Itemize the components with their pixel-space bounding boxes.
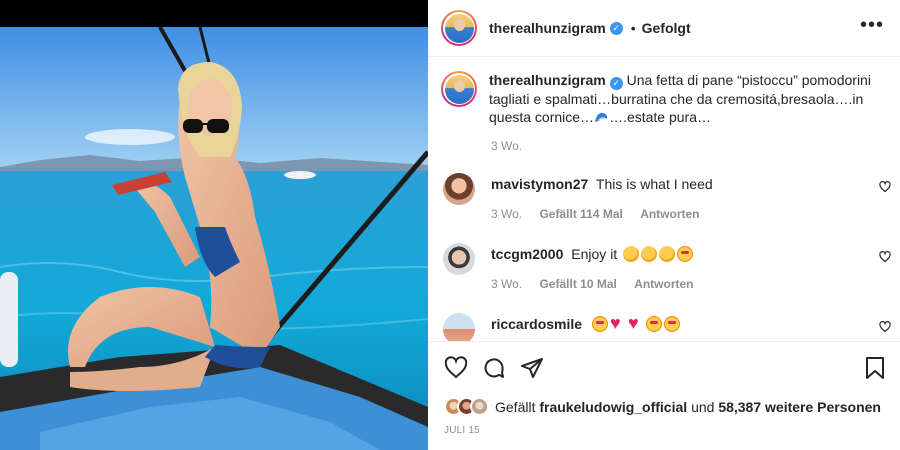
photo-scene — [0, 27, 428, 450]
caption-age: 3 Wo. — [491, 139, 523, 153]
wave-emoji-icon — [595, 112, 608, 122]
comment-age: 3 Wo. — [491, 207, 523, 221]
post-caption: therealhunzigram ✓ Una fetta di pane “pis… — [441, 71, 881, 126]
heart-eyes-emoji-icon — [663, 316, 680, 332]
likes-count[interactable]: 58,387 weitere Personen — [718, 399, 881, 415]
caption-text-end: ….estate pura… — [609, 108, 711, 125]
follow-status-button[interactable]: Gefolgt — [642, 20, 691, 36]
verified-icon: ✓ — [609, 21, 623, 35]
more-options-icon[interactable]: ••• — [860, 15, 884, 35]
comment-body: riccardosmile — [491, 313, 680, 333]
likes-summary: Gefällt fraukeludowig_official und 58,38… — [444, 397, 881, 416]
post-date[interactable]: JULI 15 — [444, 425, 480, 436]
comments-list[interactable]: therealhunzigram ✓ Una fetta di pane “pis… — [428, 57, 900, 341]
caption-text-block: therealhunzigram ✓ Una fetta di pane “pis… — [489, 71, 879, 126]
clap-emoji-icon — [659, 246, 676, 262]
commenter-avatar[interactable] — [443, 173, 475, 205]
reply-button[interactable]: Antworten — [640, 207, 699, 221]
bookmark-icon[interactable] — [864, 356, 886, 380]
commenter-username[interactable]: mavistymon27 — [491, 176, 588, 192]
heart-icon[interactable] — [444, 356, 468, 380]
photo-top-bar — [0, 0, 428, 27]
red-heart-emoji-icon — [628, 313, 644, 333]
liker-avatars[interactable] — [444, 397, 489, 416]
post-actions: Gefällt fraukeludowig_official und 58,38… — [428, 341, 900, 450]
comment-likes[interactable]: Gefällt 114 Mal — [539, 207, 622, 221]
likes-prefix: Gefällt — [495, 398, 536, 415]
comment-body: tccgm2000 Enjoy it — [491, 246, 694, 262]
liker-avatar — [470, 397, 489, 416]
comment-text: Enjoy it — [571, 246, 618, 262]
commenter-username[interactable]: riccardosmile — [491, 316, 582, 332]
commenter-avatar[interactable] — [443, 243, 475, 275]
clap-emoji-icon — [641, 246, 658, 262]
comment-age: 3 Wo. — [491, 277, 523, 291]
comment-like-heart-icon[interactable] — [879, 321, 891, 333]
post-photo[interactable] — [0, 0, 428, 450]
header-separator: • — [630, 20, 636, 36]
share-icon[interactable] — [520, 356, 544, 380]
red-heart-emoji-icon — [610, 313, 626, 333]
comment-meta: 3 Wo. Gefällt 114 Mal Antworten — [491, 207, 714, 221]
author-avatar[interactable] — [441, 10, 477, 46]
post-details-panel: therealhunzigram ✓ • Gefolgt ••• thereal… — [428, 0, 900, 450]
commenter-username[interactable]: tccgm2000 — [491, 246, 563, 262]
post-header: therealhunzigram ✓ • Gefolgt ••• — [428, 0, 900, 57]
hugging-face-emoji-icon — [591, 316, 608, 332]
comment-body: mavistymon27 This is what I need — [491, 176, 713, 192]
avatar-image — [444, 13, 474, 43]
clap-emoji-icon — [623, 246, 640, 262]
reply-button[interactable]: Antworten — [634, 277, 693, 291]
heart-eyes-emoji-icon — [645, 316, 662, 332]
comment-icon[interactable] — [482, 356, 506, 380]
likes-conjunction: und — [691, 398, 715, 415]
hugging-face-emoji-icon — [677, 246, 694, 262]
verified-icon: ✓ — [609, 76, 623, 90]
commenter-avatar[interactable] — [443, 313, 475, 341]
comment-like-heart-icon[interactable] — [879, 251, 891, 263]
caption-username[interactable]: therealhunzigram — [489, 72, 606, 88]
author-username[interactable]: therealhunzigram — [489, 20, 606, 36]
comment-like-heart-icon[interactable] — [879, 181, 891, 193]
comment-text: This is what I need — [595, 176, 713, 192]
caption-avatar[interactable] — [441, 71, 477, 107]
liker-username[interactable]: fraukeludowig_official — [539, 399, 687, 415]
comment-likes[interactable]: Gefällt 10 Mal — [539, 277, 616, 291]
comment-meta: 3 Wo. Gefällt 10 Mal Antworten — [491, 277, 708, 291]
